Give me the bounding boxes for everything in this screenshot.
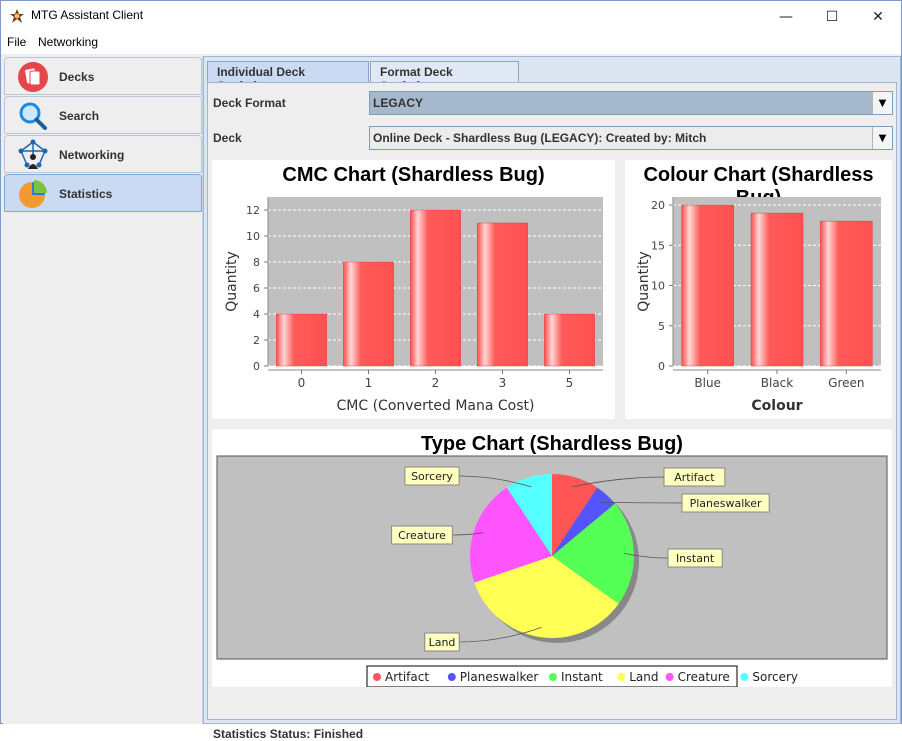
deck-format-select[interactable]: LEGACY ▼	[369, 91, 893, 115]
main-area: Individual Deck Statistics Format Deck S…	[203, 56, 901, 741]
y-tick-label: 20	[651, 199, 665, 212]
statistics-status: Statistics Status: Finished	[213, 727, 364, 741]
type-chart: Type Chart (Shardless Bug) Artifact Plane…	[212, 429, 892, 687]
app-window: MTG Assistant Client — ☐ ✕ File Networki…	[0, 0, 902, 741]
deck-format-value: LEGACY	[373, 96, 424, 110]
deck-value: Online Deck - Shardless Bug (LEGACY): Cr…	[373, 131, 707, 145]
deck-select[interactable]: Online Deck - Shardless Bug (LEGACY): Cr…	[369, 126, 893, 150]
legend-marker	[617, 673, 626, 681]
sidebar-item-search[interactable]: Search	[4, 96, 202, 134]
x-tick-label: 3	[499, 376, 507, 390]
legend-label: Creature	[678, 670, 730, 684]
cmc-chart-svg: 0246810120 1 2 3 5CMC (Converted Mana Cost)Q…	[224, 197, 603, 414]
x-tick-label: Black	[761, 376, 794, 390]
sidebar-item-label: Decks	[59, 70, 95, 84]
y-axis-label: Quantity	[224, 251, 240, 312]
menu-networking[interactable]: Networking	[38, 35, 98, 49]
sidebar-item-statistics[interactable]: Statistics	[4, 174, 202, 212]
bar	[750, 212, 804, 367]
menu-bar: File Networking	[1, 32, 901, 54]
bar	[820, 220, 873, 367]
legend-marker	[665, 673, 674, 681]
chevron-down-icon[interactable]: ▼	[872, 92, 892, 114]
y-tick-label: 0	[253, 360, 260, 373]
y-tick-label: 10	[246, 230, 260, 243]
sidebar-item-label: Statistics	[59, 187, 113, 201]
y-tick-label: 5	[658, 320, 665, 333]
pie-label: Land	[429, 636, 456, 649]
legend-label: Instant	[561, 670, 603, 684]
bar	[544, 313, 595, 367]
close-button[interactable]: ✕	[855, 1, 901, 32]
pie-label: Artifact	[674, 471, 715, 484]
sidebar-item-networking[interactable]: Networking	[4, 135, 202, 173]
y-tick-label: 8	[253, 256, 260, 269]
x-tick-label: 0	[298, 376, 306, 390]
x-axis-label: CMC (Converted Mana Cost)	[337, 398, 535, 414]
x-tick-label: 2	[432, 376, 440, 390]
x-tick-label: Blue	[694, 376, 721, 390]
legend-label: Planeswalker	[460, 670, 539, 684]
y-tick-label: 4	[253, 308, 260, 321]
x-axis-label: Colour	[751, 398, 802, 414]
y-tick-label: 15	[651, 239, 665, 252]
x-tick-label: 5	[566, 376, 574, 390]
network-icon	[18, 139, 48, 169]
x-tick-label: 1	[365, 376, 373, 390]
bar	[343, 261, 394, 367]
statistics-panel: Deck Format LEGACY ▼ Deck Online Deck - …	[207, 82, 897, 741]
sidebar-item-label: Networking	[59, 148, 125, 162]
y-axis-label: Quantity	[636, 251, 652, 312]
sidebar-item-label: Search	[59, 109, 100, 123]
legend-label: Land	[629, 670, 658, 684]
legend-marker	[549, 673, 557, 681]
legend-marker	[740, 673, 749, 681]
tab-individual-deck-statistics[interactable]: Individual Deck Statistics	[207, 61, 369, 93]
legend-label: Sorcery	[752, 670, 798, 684]
y-tick-label: 0	[658, 360, 665, 373]
pie-label: Sorcery	[411, 470, 453, 483]
x-tick-label: Green	[828, 376, 864, 390]
bar	[681, 204, 734, 367]
y-tick-label: 6	[253, 282, 260, 295]
y-tick-label: 10	[651, 280, 665, 293]
type-chart-svg: Artifact Planeswalker Instant Land Creature S…	[216, 455, 888, 687]
chevron-down-icon[interactable]: ▼	[872, 127, 892, 149]
tab-format-deck-statistics[interactable]: Format Deck Statistics	[370, 61, 519, 93]
bar	[410, 209, 461, 367]
pie-label: Creature	[398, 529, 446, 542]
sidebar: Decks Search Networking Statistics	[3, 56, 203, 724]
legend-label: Artifact	[385, 670, 429, 684]
sidebar-item-decks[interactable]: Decks	[4, 57, 202, 95]
bar	[276, 313, 327, 367]
y-tick-label: 12	[246, 204, 260, 217]
bar	[477, 222, 528, 367]
deck-format-label: Deck Format	[213, 96, 286, 110]
pie-chart-icon	[19, 180, 47, 208]
window-title: MTG Assistant Client	[31, 8, 144, 22]
pie-label: Instant	[676, 552, 715, 565]
title-bar: MTG Assistant Client — ☐ ✕	[1, 1, 901, 32]
legend-marker	[373, 673, 381, 681]
deck-label: Deck	[213, 131, 242, 145]
decks-icon	[18, 62, 48, 92]
minimize-button[interactable]: —	[763, 1, 809, 32]
colour-chart-svg: 0 5 10 15 20 Blue Black Green Colour Quantity	[636, 197, 881, 414]
app-logo-icon	[10, 9, 24, 23]
legend-marker	[447, 673, 456, 681]
menu-file[interactable]: File	[7, 35, 26, 49]
search-icon	[19, 102, 47, 130]
pie-label: Planeswalker	[690, 497, 762, 510]
colour-chart: Colour Chart (Shardless Bug) 05101520Blu…	[625, 160, 892, 419]
maximize-button[interactable]: ☐	[809, 1, 855, 32]
cmc-chart: CMC Chart (Shardless Bug) 0 2 4 6 8 10 12 0 1 2 3 5…	[212, 160, 615, 419]
y-tick-label: 2	[253, 334, 260, 347]
